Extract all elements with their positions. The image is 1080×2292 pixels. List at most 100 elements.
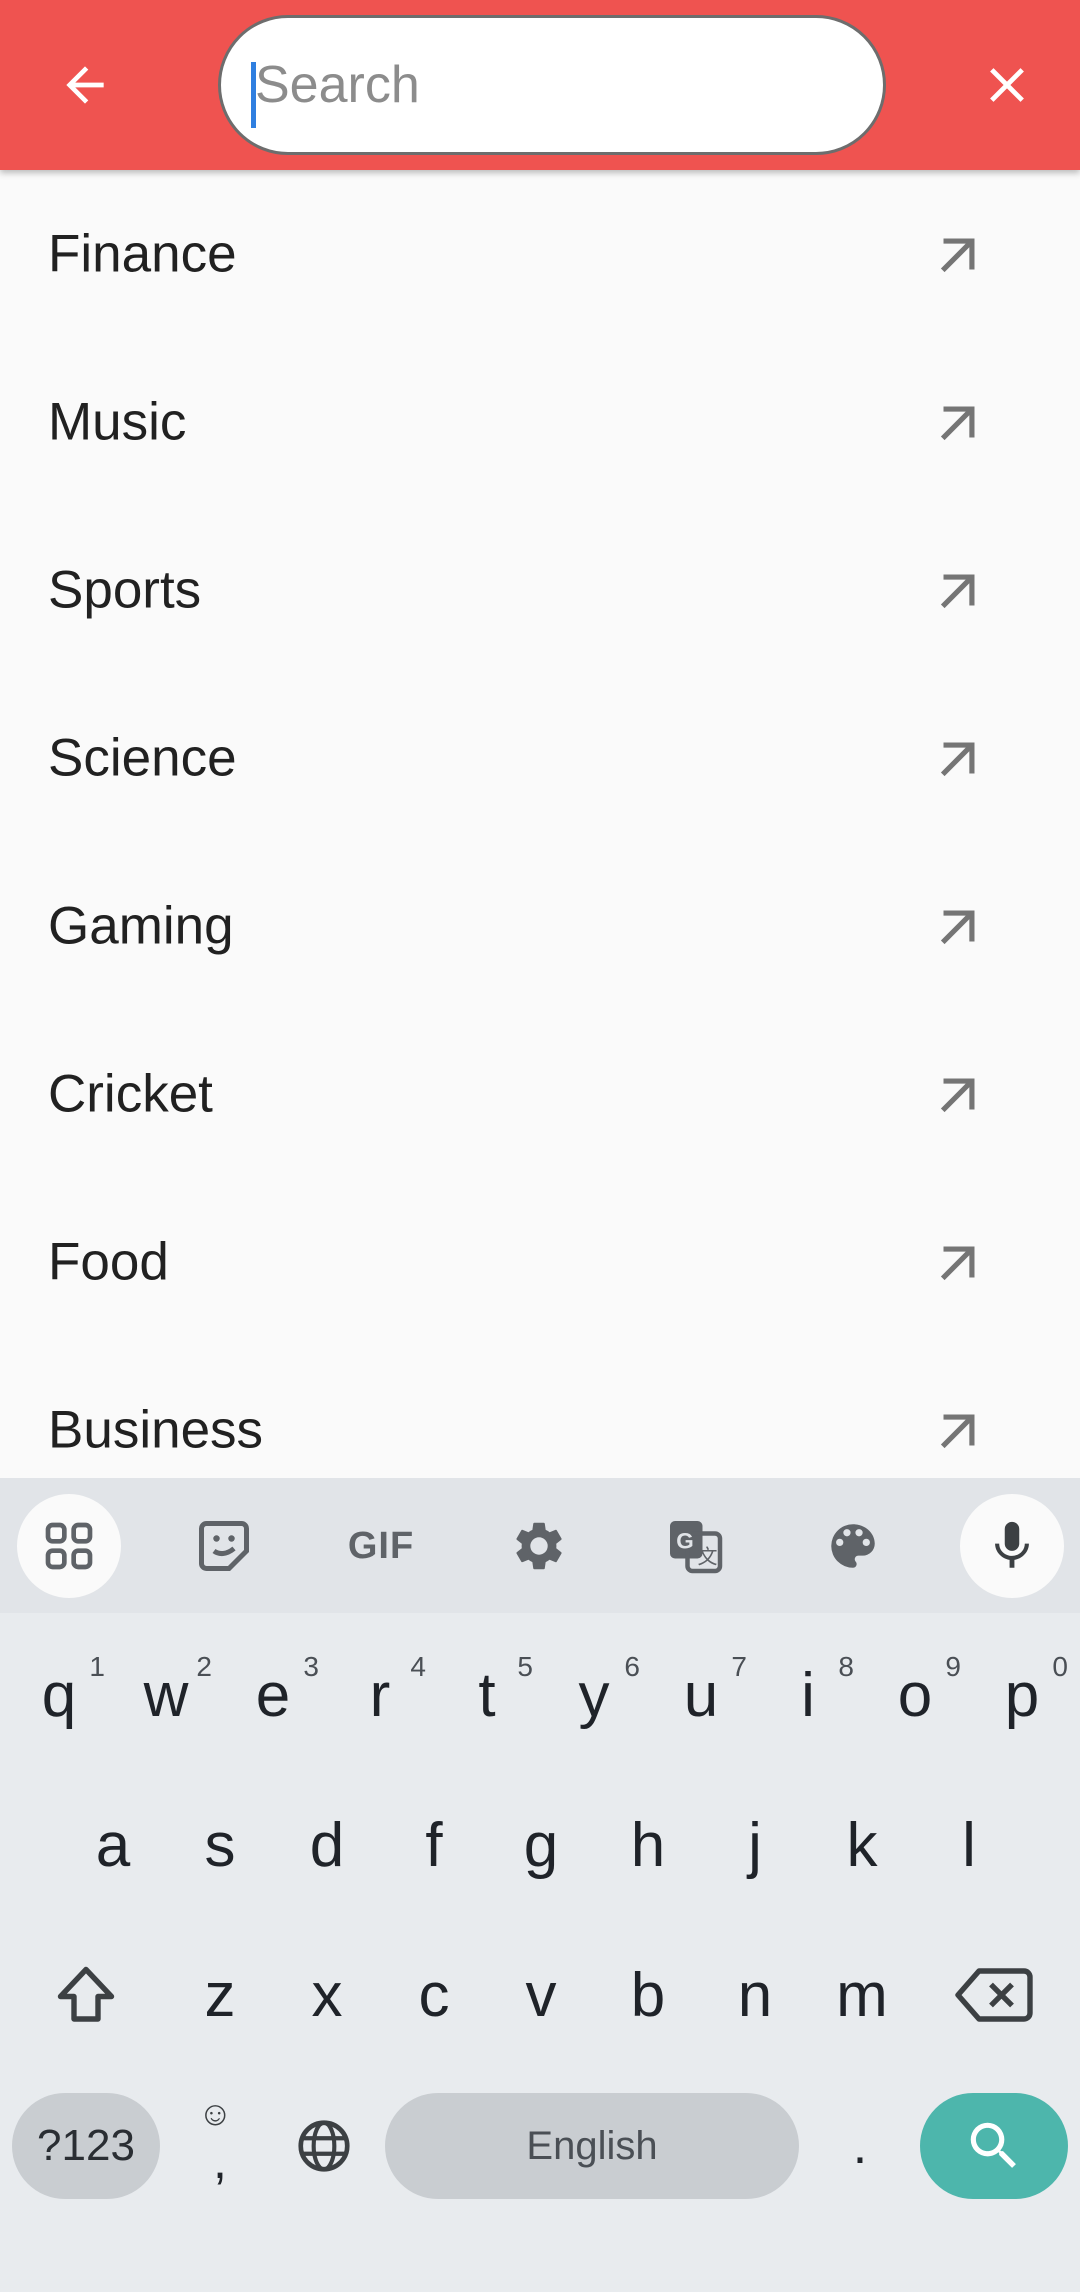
- emoji-comma-key[interactable]: ☺ ,: [170, 2083, 270, 2209]
- key-d[interactable]: d: [277, 1775, 377, 1915]
- arrow-up-left-icon[interactable]: [928, 391, 990, 453]
- key-v[interactable]: v: [491, 1925, 591, 2065]
- key-label: p: [1004, 1660, 1040, 1730]
- globe-icon: [298, 2120, 350, 2172]
- voice-input-button[interactable]: [960, 1494, 1064, 1598]
- gear-icon: [516, 1522, 562, 1570]
- key-m[interactable]: m: [812, 1925, 912, 2065]
- search-icon: [970, 2122, 1016, 2168]
- key-hint: 2: [196, 1651, 212, 1682]
- key-g[interactable]: g: [491, 1775, 591, 1915]
- language-key[interactable]: [274, 2083, 374, 2209]
- suggestion-item[interactable]: Sports: [0, 506, 1080, 674]
- key-hint: 9: [945, 1651, 961, 1682]
- key-label: r: [369, 1660, 391, 1730]
- back-button[interactable]: [40, 45, 130, 125]
- arrow-up-left-icon[interactable]: [928, 1063, 990, 1125]
- arrow-up-left-icon[interactable]: [928, 223, 990, 285]
- gif-button[interactable]: GIF: [329, 1494, 433, 1598]
- suggestion-item[interactable]: Finance: [0, 170, 1080, 338]
- keyboard-settings-button[interactable]: [487, 1494, 591, 1598]
- suggestion-list: Finance Music Sports Science Gaming Cric…: [0, 170, 1080, 1478]
- arrow-up-left-icon[interactable]: [928, 1399, 990, 1461]
- key-w[interactable]: w2: [116, 1625, 216, 1765]
- suggestion-label: Finance: [48, 224, 237, 284]
- key-f[interactable]: f: [384, 1775, 484, 1915]
- search-action-key[interactable]: [920, 2093, 1068, 2199]
- arrow-up-left-icon[interactable]: [928, 559, 990, 621]
- key-j[interactable]: j: [705, 1775, 805, 1915]
- clear-search-button[interactable]: [962, 45, 1052, 125]
- suggestion-label: Science: [48, 728, 237, 788]
- search-input[interactable]: [245, 18, 855, 152]
- suggestion-label: Business: [48, 1400, 264, 1460]
- key-k[interactable]: k: [812, 1775, 912, 1915]
- key-u[interactable]: u7: [651, 1625, 751, 1765]
- suggestion-item[interactable]: Food: [0, 1178, 1080, 1346]
- arrow-up-left-icon[interactable]: [928, 895, 990, 957]
- key-hint: 5: [517, 1651, 533, 1682]
- key-s[interactable]: s: [170, 1775, 270, 1915]
- key-label: e: [255, 1660, 291, 1730]
- key-b[interactable]: b: [598, 1925, 698, 2065]
- key-q[interactable]: q1: [9, 1625, 109, 1765]
- top-app-bar: [0, 0, 1080, 170]
- key-hint: 1: [89, 1651, 105, 1682]
- theme-button[interactable]: [801, 1494, 905, 1598]
- key-label: u: [683, 1660, 719, 1730]
- key-n[interactable]: n: [705, 1925, 805, 2065]
- arrow-up-left-icon[interactable]: [928, 1231, 990, 1293]
- suggestion-item[interactable]: Gaming: [0, 842, 1080, 1010]
- period-key[interactable]: .: [810, 2083, 910, 2209]
- space-bar[interactable]: English: [385, 2093, 799, 2199]
- key-r[interactable]: r4: [330, 1625, 430, 1765]
- close-icon: [990, 68, 1024, 102]
- suggestion-item[interactable]: Cricket: [0, 1010, 1080, 1178]
- key-label: w: [143, 1660, 189, 1730]
- shift-key[interactable]: [36, 1925, 136, 2065]
- key-c[interactable]: c: [384, 1925, 484, 2065]
- key-hint: 6: [624, 1651, 640, 1682]
- apps-grid-button[interactable]: [17, 1494, 121, 1598]
- key-o[interactable]: o9: [865, 1625, 965, 1765]
- suggestion-label: Music: [48, 392, 187, 452]
- keyboard-toolbar: GIF G 文: [0, 1478, 1080, 1613]
- sticker-button[interactable]: [172, 1494, 276, 1598]
- translate-button[interactable]: G 文: [643, 1494, 747, 1598]
- key-h[interactable]: h: [598, 1775, 698, 1915]
- sticker-icon: [199, 1521, 249, 1571]
- symbols-key[interactable]: ?123: [12, 2093, 160, 2199]
- suggestion-label: Gaming: [48, 896, 234, 956]
- suggestion-label: Food: [48, 1232, 169, 1292]
- svg-text:G: G: [676, 1529, 694, 1554]
- svg-text:文: 文: [698, 1545, 718, 1569]
- key-e[interactable]: e3: [223, 1625, 323, 1765]
- suggestion-label: Cricket: [48, 1064, 213, 1124]
- search-field[interactable]: [218, 15, 886, 155]
- suggestion-item[interactable]: Business: [0, 1346, 1080, 1478]
- translate-icon: G 文: [670, 1521, 723, 1574]
- suggestion-item[interactable]: Music: [0, 338, 1080, 506]
- key-x[interactable]: x: [277, 1925, 377, 2065]
- backspace-icon: [955, 1968, 1033, 2022]
- smiley-icon: ☺: [198, 2095, 233, 2133]
- key-z[interactable]: z: [170, 1925, 270, 2065]
- key-hint: 7: [731, 1651, 747, 1682]
- key-label: i: [801, 1660, 815, 1730]
- key-hint: 3: [303, 1651, 319, 1682]
- key-t[interactable]: t5: [437, 1625, 537, 1765]
- key-i[interactable]: i8: [758, 1625, 858, 1765]
- key-p[interactable]: p0: [972, 1625, 1072, 1765]
- key-a[interactable]: a: [63, 1775, 163, 1915]
- key-label: o: [897, 1660, 933, 1730]
- key-hint: 8: [838, 1651, 854, 1682]
- key-l[interactable]: l: [919, 1775, 1019, 1915]
- arrow-up-left-icon[interactable]: [928, 727, 990, 789]
- suggestion-item[interactable]: Science: [0, 674, 1080, 842]
- soft-keyboard: GIF G 文 q1 w2 e3 r4 t 5 y 6 u 7 i 8 o 9 …: [0, 1478, 1080, 2292]
- microphone-icon: [995, 1521, 1029, 1568]
- key-y[interactable]: y6: [544, 1625, 644, 1765]
- key-hint: 4: [410, 1651, 426, 1682]
- backspace-key[interactable]: [944, 1925, 1044, 2065]
- text-caret: [251, 62, 256, 128]
